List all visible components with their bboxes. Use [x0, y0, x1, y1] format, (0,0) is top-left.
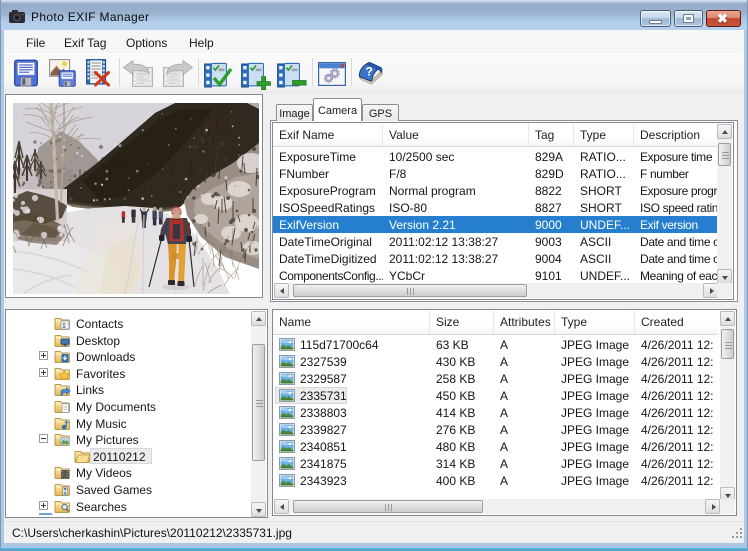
svg-text:?: ?: [366, 65, 373, 79]
